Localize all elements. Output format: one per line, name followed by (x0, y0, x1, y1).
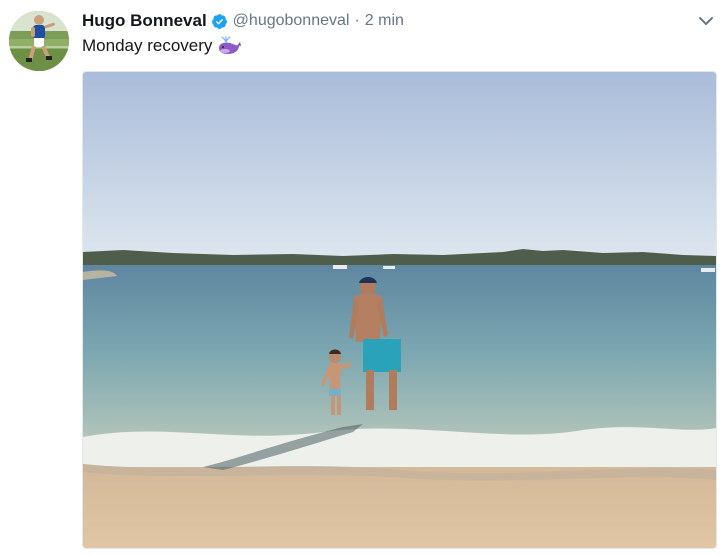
separator-dot: · (354, 12, 360, 29)
beach-photo-image (83, 72, 716, 548)
chevron-down-icon[interactable] (698, 14, 714, 26)
author-handle[interactable]: @hugobonneval (233, 12, 350, 30)
tweet-text-content: Monday recovery (82, 36, 213, 55)
timestamp[interactable]: 2 min (365, 12, 404, 30)
tweet-card: Hugo Bonneval @hugobonneval · 2 min Mond… (0, 0, 726, 555)
whale-emoji-icon (217, 36, 242, 56)
player-avatar-image (9, 11, 69, 71)
avatar[interactable] (9, 11, 69, 71)
tweet-text: Monday recovery (82, 36, 242, 56)
tweet-photo[interactable] (82, 71, 717, 549)
author-name[interactable]: Hugo Bonneval (82, 11, 207, 31)
verified-badge-icon (211, 13, 228, 30)
tweet-header: Hugo Bonneval @hugobonneval · 2 min (82, 10, 404, 32)
